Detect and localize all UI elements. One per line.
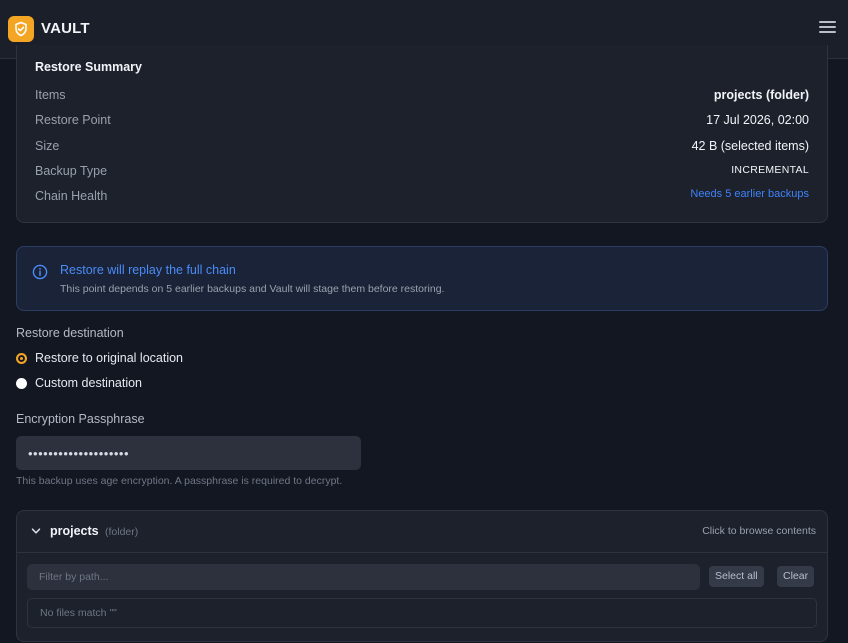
- radio-custom-destination-label: Custom destination: [35, 376, 143, 390]
- radio-custom-destination[interactable]: Custom destination: [16, 376, 142, 390]
- hamburger-menu-icon[interactable]: [818, 19, 838, 35]
- info-circle-icon: [32, 264, 48, 280]
- summary-value-restore-point: 17 Jul 2026, 02:00: [706, 113, 809, 127]
- info-title: Restore will replay the full chain: [60, 263, 236, 277]
- chevron-down-icon[interactable]: [30, 525, 42, 537]
- empty-message: No files match "": [40, 607, 117, 619]
- select-all-button[interactable]: Select all: [709, 566, 764, 587]
- destination-label: Restore destination: [16, 326, 124, 340]
- summary-title: Restore Summary: [35, 60, 142, 74]
- summary-label-restore-point: Restore Point: [35, 113, 111, 127]
- summary-value-items: projects (folder): [713, 88, 809, 102]
- summary-label-chain-health: Chain Health: [35, 189, 108, 203]
- radio-selected-indicator[interactable]: [16, 352, 27, 364]
- passphrase-label: Encryption Passphrase: [16, 412, 145, 426]
- summary-value-chain-health: Needs 5 earlier backups: [690, 188, 809, 200]
- summary-label-backup-type: Backup Type: [35, 164, 108, 178]
- restore-summary-card: Restore Summary Items projects (folder) …: [16, 45, 828, 223]
- summary-value-size: 42 B (selected items): [691, 139, 809, 153]
- radio-original-location-label: Restore to original location: [35, 351, 183, 365]
- passphrase-input[interactable]: [16, 436, 361, 470]
- folder-header[interactable]: projects (folder) Click to browse conten…: [17, 511, 827, 553]
- radio-original-location[interactable]: Restore to original location: [16, 351, 183, 365]
- folder-browse-hint: Click to browse contents: [702, 525, 816, 537]
- clear-button[interactable]: Clear: [777, 566, 815, 587]
- folder-type: (folder): [105, 526, 139, 538]
- folder-name: projects: [50, 524, 99, 538]
- shield-check-icon: [8, 16, 34, 42]
- app-brand: VAULT: [41, 20, 90, 37]
- folder-browser: projects (folder) Click to browse conten…: [16, 510, 828, 642]
- info-text: This point depends on 5 earlier backups …: [60, 283, 445, 295]
- filter-path-input[interactable]: [27, 564, 700, 590]
- summary-value-backup-type: INCREMENTAL: [731, 164, 809, 176]
- summary-label-size: Size: [35, 139, 60, 153]
- file-list-empty: No files match "": [27, 598, 817, 628]
- radio-unselected-indicator[interactable]: [16, 377, 27, 389]
- summary-label-items: Items: [35, 88, 66, 102]
- chain-info-banner: Restore will replay the full chain This …: [16, 246, 828, 311]
- passphrase-help: This backup uses age encryption. A passp…: [16, 475, 343, 487]
